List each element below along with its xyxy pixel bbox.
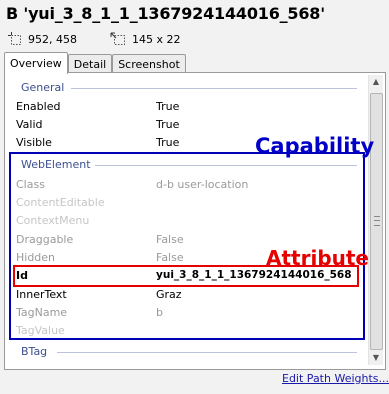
grip-icon	[374, 216, 380, 226]
scroll-down-icon[interactable]: ▼	[369, 351, 383, 365]
group-divider	[57, 352, 357, 353]
prop-key[interactable]: Enabled	[16, 100, 60, 113]
position-value: 952, 458	[28, 32, 77, 46]
tab-detail[interactable]: Detail	[67, 54, 113, 73]
prop-value: True	[156, 136, 180, 149]
group-general-header[interactable]: General	[21, 81, 64, 94]
tab-overview[interactable]: Overview	[4, 52, 68, 74]
prop-key[interactable]: Visible	[16, 136, 52, 149]
tab-screenshot[interactable]: Screenshot	[112, 54, 186, 73]
vertical-scrollbar[interactable]: ▲ ▼	[368, 75, 383, 365]
attribute-annotation: Attribute	[266, 246, 369, 270]
scroll-thumb[interactable]	[370, 93, 383, 350]
position-crosshair-icon	[8, 32, 21, 45]
edit-path-weights-link[interactable]: Edit Path Weights...	[282, 372, 389, 385]
size-info: 145 x 22	[110, 32, 181, 46]
size-resize-icon	[110, 32, 125, 45]
group-btag-header[interactable]: BTag	[21, 345, 47, 358]
prop-key[interactable]: Valid	[16, 118, 43, 131]
prop-value: True	[156, 100, 180, 113]
window-title: B 'yui_3_8_1_1_1367924144016_568'	[6, 4, 325, 23]
position-info: 952, 458	[8, 32, 77, 46]
group-divider	[71, 88, 357, 89]
tab-strip: Overview Detail Screenshot	[4, 52, 186, 74]
prop-value: True	[156, 118, 180, 131]
scroll-up-icon[interactable]: ▲	[369, 75, 383, 89]
size-value: 145 x 22	[132, 32, 181, 46]
capability-annotation: Capability	[255, 134, 375, 158]
